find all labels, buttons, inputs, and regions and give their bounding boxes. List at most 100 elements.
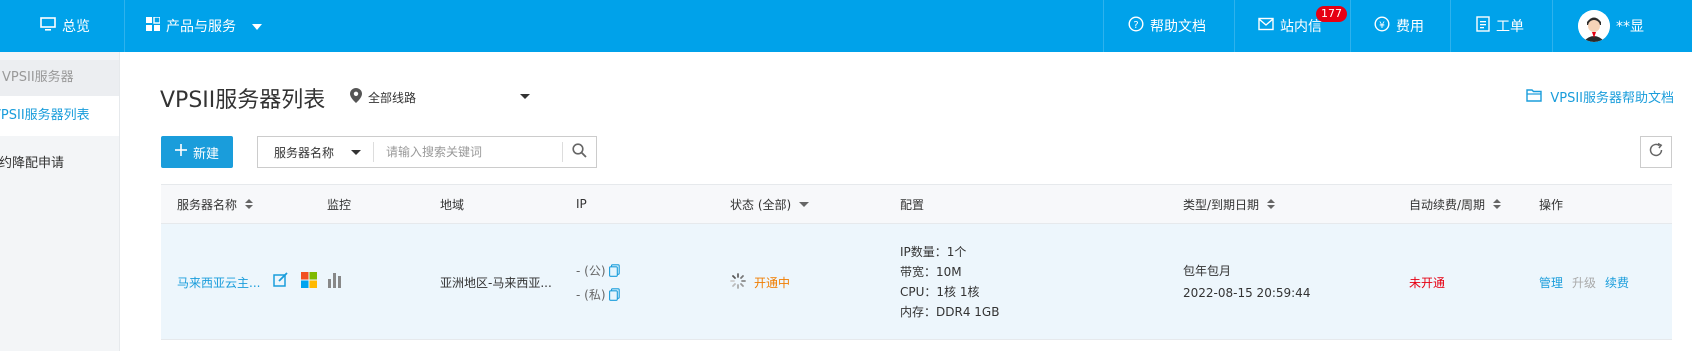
divider — [1350, 0, 1351, 52]
upgrade-link[interactable]: 升级 — [1572, 274, 1596, 291]
avatar — [1578, 10, 1610, 42]
table-row: 马来西亚云主... 亚洲地区-马来西亚... - (公) - (私) 开通中 I… — [161, 224, 1672, 340]
chevron-down-icon — [252, 18, 262, 34]
column-header-ip: IP — [576, 185, 587, 223]
user-menu[interactable]: **显 — [1578, 0, 1644, 52]
nav-help-docs[interactable]: ? 帮助文档 — [1128, 0, 1206, 52]
sidebar-item-downgrade-request[interactable]: 预约降配申请 — [0, 144, 106, 184]
column-header-name[interactable]: 服务器名称 — [177, 185, 254, 223]
renew-link[interactable]: 续费 — [1605, 274, 1629, 291]
monitor-icon — [40, 16, 56, 36]
help-docs-link-label: VPSII服务器帮助文档 — [1550, 91, 1674, 106]
divider — [1552, 0, 1553, 52]
nav-help-docs-label: 帮助文档 — [1150, 19, 1206, 35]
top-navigation-bar: 总览 产品与服务 ? 帮助文档 站内信 177 ¥ 费用 工单 **显 — [0, 0, 1692, 52]
new-server-button-label: 新建 — [192, 146, 219, 162]
server-name-link[interactable]: 马来西亚云主... — [177, 274, 260, 291]
divider — [1234, 0, 1235, 52]
nav-tickets-label: 工单 — [1496, 19, 1524, 35]
nav-messages[interactable]: 站内信 — [1258, 0, 1322, 52]
question-circle-icon: ? — [1128, 16, 1144, 36]
column-header-type-expiry[interactable]: 类型/到期日期 — [1183, 185, 1276, 223]
nav-billing-label: 费用 — [1396, 19, 1424, 35]
nav-messages-label: 站内信 — [1280, 19, 1322, 35]
nav-overview[interactable]: 总览 — [40, 0, 90, 52]
sort-icon — [1493, 199, 1502, 209]
envelope-icon — [1258, 17, 1274, 35]
column-header-label: IP — [576, 197, 587, 211]
column-header-label: 服务器名称 — [177, 197, 238, 212]
config-ip-count: IP数量：1个 — [900, 245, 967, 259]
help-docs-link[interactable]: VPSII服务器帮助文档 — [1526, 87, 1674, 106]
edit-icon[interactable] — [273, 272, 289, 291]
document-list-icon — [1476, 16, 1490, 36]
unread-count-badge: 177 — [1316, 6, 1347, 22]
nav-products-menu[interactable]: 产品与服务 — [146, 0, 262, 52]
column-header-label: 类型/到期日期 — [1183, 197, 1260, 212]
table-header: 服务器名称 监控 地域 IP 状态 (全部) 配置 类型/到期日期 自动续费/周… — [161, 184, 1672, 224]
copy-icon[interactable] — [609, 288, 621, 304]
ip-public: - (公) — [576, 262, 621, 280]
column-header-label: 配置 — [900, 197, 925, 212]
svg-text:¥: ¥ — [1379, 21, 1385, 31]
expiry-date: 2022-08-15 20:59:44 — [1183, 286, 1311, 300]
bar-chart-icon[interactable] — [327, 272, 343, 291]
search-button[interactable] — [562, 142, 596, 162]
auto-renew-status: 未开通 — [1409, 276, 1446, 290]
folder-icon — [1526, 88, 1543, 106]
column-header-monitor: 监控 — [327, 185, 351, 223]
windows-icon — [301, 272, 317, 291]
username: **显 — [1616, 19, 1644, 35]
column-header-auto-renew[interactable]: 自动续费/周期 — [1409, 185, 1502, 223]
yen-circle-icon: ¥ — [1374, 16, 1390, 36]
search-bar: 服务器名称 — [257, 136, 597, 168]
ip-public-label: - (公) — [576, 264, 606, 278]
refresh-icon — [1648, 142, 1664, 162]
column-header-region: 地域 — [440, 185, 464, 223]
location-pin-icon — [350, 88, 362, 106]
chevron-down-icon — [520, 94, 530, 99]
status-badge: 开通中 — [754, 276, 791, 290]
column-header-label: 自动续费/周期 — [1409, 197, 1486, 212]
chevron-down-icon — [799, 201, 810, 207]
status-cell: 开通中 — [730, 273, 790, 292]
column-header-label: 操作 — [1539, 197, 1564, 212]
column-header-status-filter[interactable]: 状态 (全部) — [730, 185, 810, 223]
divider — [1103, 0, 1104, 52]
sidebar-item-server-list[interactable]: VPSII服务器列表 — [0, 96, 119, 136]
divider — [1450, 0, 1451, 52]
sort-icon — [1267, 199, 1276, 209]
chevron-down-icon — [351, 150, 361, 155]
page-title: VPSII服务器列表 — [160, 88, 326, 113]
config-memory: 内存：DDR4 1GB — [900, 305, 1000, 319]
nav-tickets[interactable]: 工单 — [1476, 0, 1524, 52]
column-header-actions: 操作 — [1539, 185, 1563, 223]
refresh-button[interactable] — [1640, 136, 1672, 168]
manage-link[interactable]: 管理 — [1539, 274, 1563, 291]
divider — [124, 0, 125, 52]
svg-text:?: ? — [1133, 20, 1138, 31]
config-bandwidth: 带宽：10M — [900, 265, 962, 279]
search-field-select[interactable]: 服务器名称 — [258, 142, 374, 162]
region-cell: 亚洲地区-马来西亚... — [440, 276, 552, 290]
plus-icon — [174, 144, 187, 160]
new-server-button[interactable]: 新建 — [161, 136, 233, 168]
config-cpu: CPU：1核 1核 — [900, 285, 980, 299]
copy-icon[interactable] — [609, 264, 621, 280]
column-header-label: 地域 — [440, 197, 465, 212]
config-cell: IP数量：1个 带宽：10M CPU：1核 1核 内存：DDR4 1GB — [900, 242, 999, 322]
nav-billing[interactable]: ¥ 费用 — [1374, 0, 1424, 52]
column-header-label: 状态 (全部) — [730, 197, 792, 212]
sort-icon — [245, 199, 254, 209]
billing-type: 包年包月 — [1183, 264, 1232, 278]
column-header-config: 配置 — [900, 185, 924, 223]
loading-spinner-icon — [730, 273, 746, 292]
sidebar: VPSII服务器 VPSII服务器列表 预约降配申请 — [0, 52, 120, 351]
column-header-label: 监控 — [327, 197, 352, 212]
sidebar-section-title: VPSII服务器 — [0, 60, 119, 96]
region-select[interactable]: 全部线路 — [350, 88, 530, 106]
region-select-value: 全部线路 — [368, 90, 417, 105]
search-field-value: 服务器名称 — [274, 145, 335, 160]
nav-products-label: 产品与服务 — [166, 19, 236, 35]
search-input[interactable] — [374, 139, 562, 165]
